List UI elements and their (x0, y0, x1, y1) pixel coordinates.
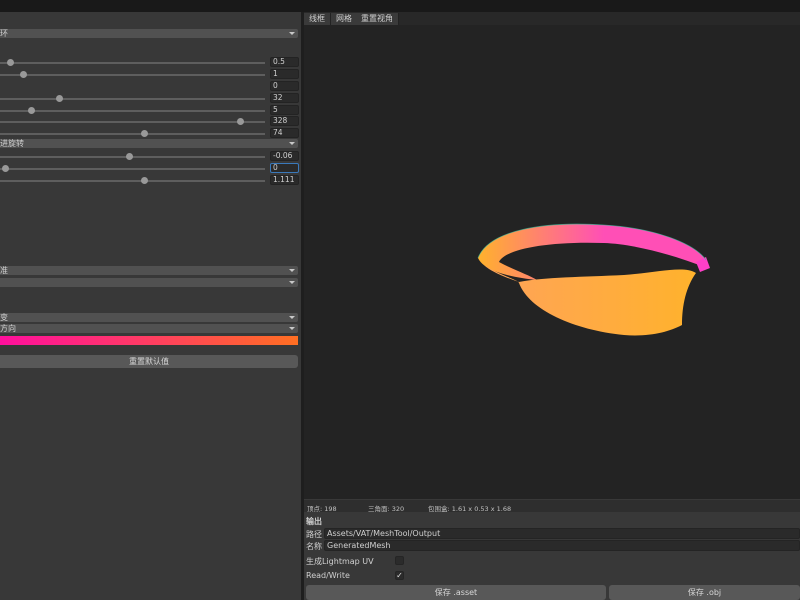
slider-handle-4[interactable] (27, 107, 35, 114)
save-obj-button[interactable]: 保存 .obj (609, 585, 800, 600)
slider-handle-8[interactable] (2, 165, 9, 172)
slider-handle-1[interactable] (20, 71, 28, 78)
dropdown-5[interactable]: 方向 (0, 324, 298, 333)
lightmap-uv-checkbox[interactable] (395, 556, 404, 565)
dropdown-1[interactable]: 进旋转 (0, 139, 298, 148)
mesh-preview-viewport[interactable] (304, 25, 800, 499)
lightmap-uv-label: 生成Lightmap UV (306, 557, 374, 566)
slider-track-1[interactable] (0, 74, 265, 76)
top-toolbar (0, 0, 800, 12)
save-asset-button[interactable]: 保存 .asset (306, 585, 606, 600)
slider-value-field-3[interactable]: 32 (270, 93, 299, 103)
path-label: 路径 (306, 530, 322, 539)
dropdown-5-label: 方向 (0, 324, 16, 333)
output-title: 输出 (306, 517, 322, 526)
name-field[interactable]: GeneratedMesh (324, 540, 800, 551)
slider-value-field-7[interactable]: -0.06 (270, 151, 299, 161)
slider-value-field-4[interactable]: 5 (270, 105, 299, 115)
slider-value-field-6[interactable]: 74 (270, 128, 299, 138)
slider-track-5[interactable] (0, 121, 265, 123)
color-gradient-field[interactable] (0, 336, 298, 345)
path-field[interactable]: Assets/VAT/MeshTool/Output (324, 528, 800, 539)
slider-track-0[interactable] (0, 62, 265, 64)
chevron-down-icon (289, 281, 295, 284)
dropdown-4-label: 变 (0, 313, 8, 322)
slider-value-field-5[interactable]: 328 (270, 116, 299, 126)
slider-track-4[interactable] (0, 110, 265, 112)
dropdown-1-label: 进旋转 (0, 139, 24, 148)
chevron-down-icon (289, 327, 295, 330)
read-write-checkbox[interactable]: ✓ (395, 571, 404, 580)
tab-grid[interactable]: 网格 (331, 13, 358, 25)
settings-panel (0, 12, 301, 600)
slider-value-field-0[interactable]: 0.5 (270, 57, 299, 67)
tab-reset-view[interactable]: 重置视角 (356, 13, 399, 25)
chevron-down-icon (289, 142, 295, 145)
read-write-label: Read/Write (306, 571, 350, 580)
slider-handle-7[interactable] (125, 153, 133, 160)
dropdown-0-label: 环 (0, 29, 8, 38)
dropdown-4[interactable]: 变 (0, 313, 298, 322)
slider-track-9[interactable] (0, 180, 265, 182)
dropdown-2[interactable]: 准 (0, 266, 298, 275)
name-label: 名称 (306, 542, 322, 551)
slider-track-6[interactable] (0, 133, 265, 135)
dropdown-3[interactable] (0, 278, 298, 287)
chevron-down-icon (289, 316, 295, 319)
slider-value-field-9[interactable]: 1.111 (270, 175, 299, 185)
dropdown-2-label: 准 (0, 266, 8, 275)
slider-track-3[interactable] (0, 98, 265, 100)
slider-value-field-8[interactable]: 0 (270, 163, 299, 173)
chevron-down-icon (289, 269, 295, 272)
reset-defaults-button[interactable]: 重置默认值 (0, 355, 298, 368)
tab-wireframe[interactable]: 线框 (304, 13, 331, 25)
chevron-down-icon (289, 32, 295, 35)
slider-value-field-2[interactable]: 0 (270, 81, 299, 91)
slider-handle-5[interactable] (236, 118, 244, 125)
slider-value-field-1[interactable]: 1 (270, 69, 299, 79)
slider-track-8[interactable] (0, 168, 265, 170)
dropdown-0[interactable]: 环 (0, 29, 298, 38)
mesh-preview-svg (477, 223, 710, 336)
